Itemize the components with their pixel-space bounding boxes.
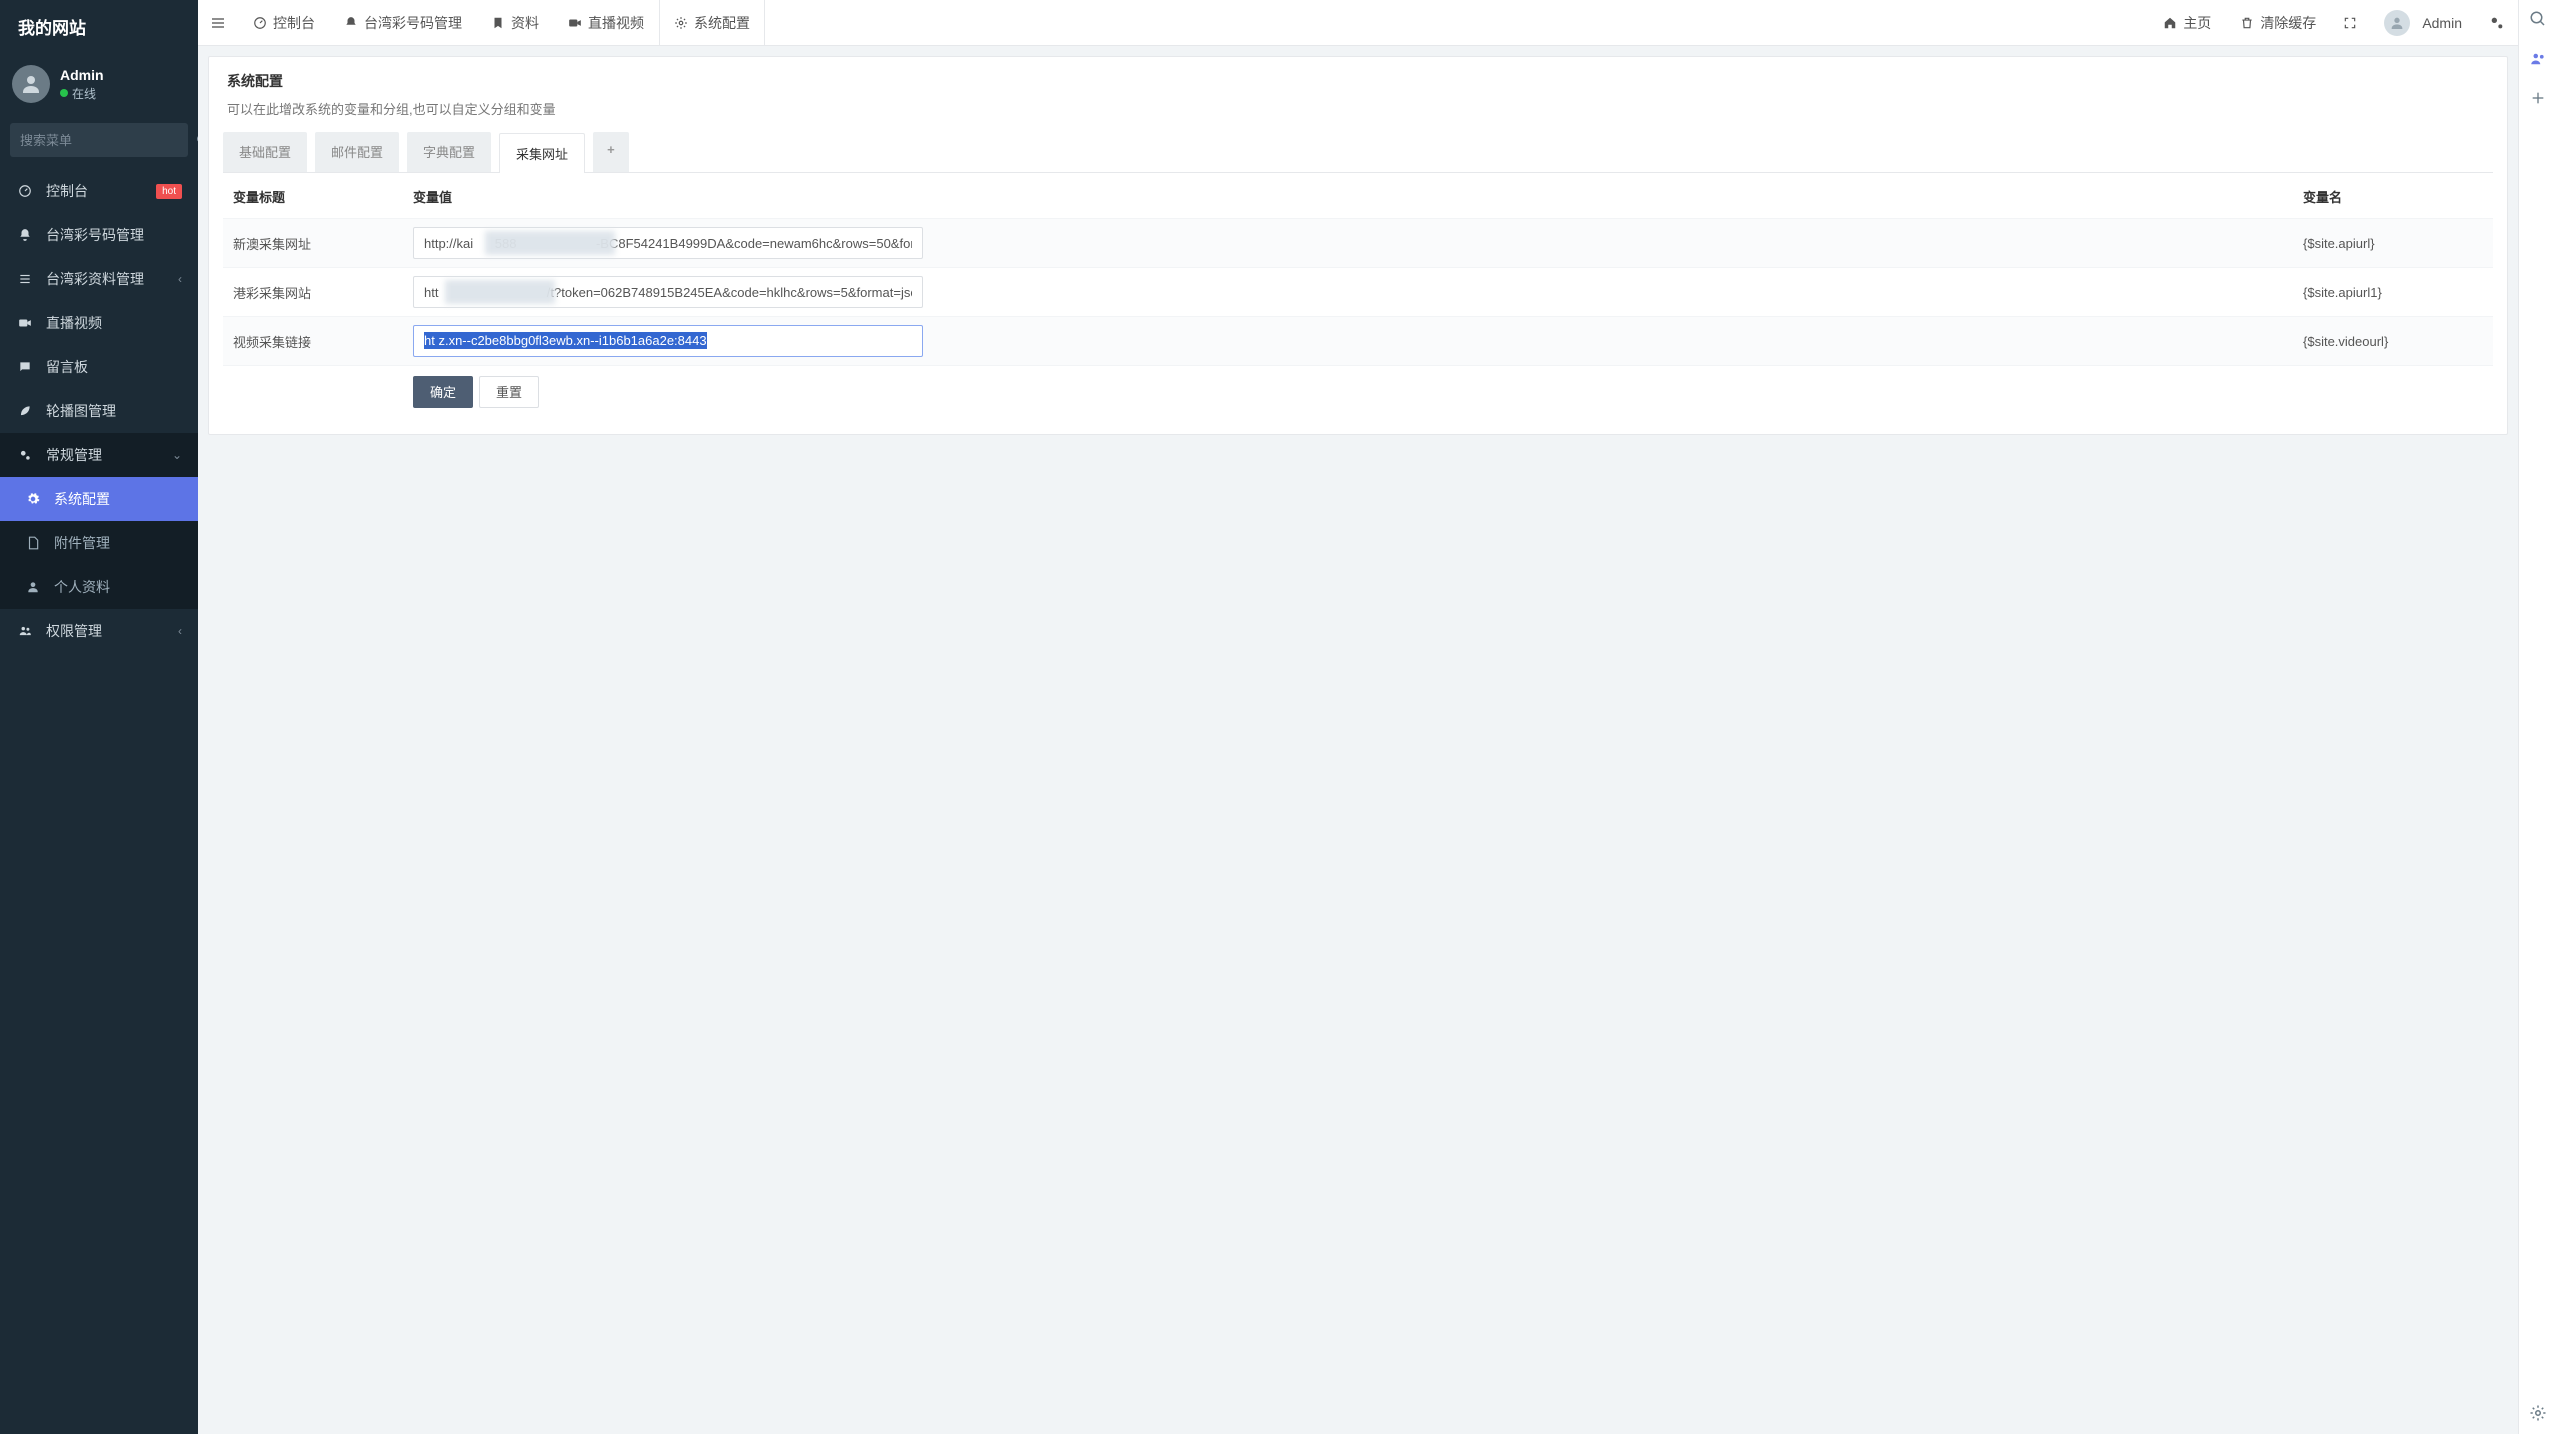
- video-icon: [16, 316, 34, 330]
- sidebar-item-permissions[interactable]: 权限管理 ‹: [0, 609, 198, 653]
- gear-icon: [24, 492, 42, 506]
- var-value-input[interactable]: ht z.xn--c2be8bbg0fl3ewb.xn--i1b6b1a6a2e…: [413, 325, 923, 357]
- tab-mail-config[interactable]: 邮件配置: [315, 132, 399, 172]
- user-status: 在线: [60, 85, 104, 102]
- reset-button[interactable]: 重置: [479, 376, 539, 408]
- var-title: 新澳采集网址: [223, 219, 403, 268]
- tab-collect-url[interactable]: 采集网址: [499, 133, 585, 173]
- settings-button[interactable]: [2477, 0, 2518, 45]
- var-title: 视频采集链接: [223, 317, 403, 366]
- search-icon[interactable]: [2529, 10, 2547, 28]
- panel-title: 系统配置: [227, 71, 2489, 91]
- sidebar-item-general[interactable]: 常规管理 ⌄: [0, 433, 198, 477]
- gear-icon[interactable]: [2529, 1404, 2547, 1422]
- plus-icon[interactable]: [2530, 90, 2546, 106]
- file-icon: [24, 536, 42, 550]
- var-value-input[interactable]: [413, 227, 923, 259]
- search-box[interactable]: [10, 123, 188, 157]
- bookmark-icon: [491, 16, 505, 30]
- trash-icon: [2240, 16, 2254, 30]
- var-name: {$site.apiurl}: [2293, 219, 2493, 268]
- chevron-left-icon: ‹: [178, 624, 182, 638]
- chevron-left-icon: ‹: [178, 272, 182, 286]
- users-icon[interactable]: [2529, 50, 2547, 68]
- right-rail: [2518, 0, 2556, 1434]
- tab-lottery-num[interactable]: 台湾彩号码管理: [330, 0, 477, 45]
- config-tabs: 基础配置 邮件配置 字典配置 采集网址 +: [209, 132, 2507, 172]
- panel-system-config: 系统配置 可以在此增改系统的变量和分组,也可以自定义分组和变量 基础配置 邮件配…: [208, 56, 2508, 435]
- var-value-input[interactable]: [413, 276, 923, 308]
- sidebar-item-lottery-num[interactable]: 台湾彩号码管理: [0, 213, 198, 257]
- fullscreen-button[interactable]: [2331, 0, 2370, 45]
- brand-title: 我的网站: [0, 0, 198, 53]
- bell-icon: [16, 228, 34, 242]
- plus-icon: +: [607, 142, 615, 157]
- th-var-title: 变量标题: [223, 173, 403, 219]
- table-row: 确定重置: [223, 366, 2493, 417]
- var-value-cell: [403, 219, 2293, 268]
- cogs-icon: [2489, 15, 2505, 31]
- table-row: 新澳采集网址 {$site.apiurl}: [223, 219, 2493, 268]
- sidebar-item-message-board[interactable]: 留言板: [0, 345, 198, 389]
- status-dot-icon: [60, 89, 68, 97]
- dashboard-icon: [16, 184, 34, 198]
- tab-add[interactable]: +: [593, 132, 629, 172]
- chevron-down-icon: ⌄: [172, 448, 182, 462]
- user-icon: [24, 580, 42, 594]
- clear-cache-button[interactable]: 清除缓存: [2226, 0, 2331, 45]
- avatar[interactable]: [12, 65, 50, 103]
- tab-data[interactable]: 资料: [477, 0, 554, 45]
- home-icon: [2163, 16, 2177, 30]
- avatar-icon: [2384, 10, 2410, 36]
- th-var-name: 变量名: [2293, 173, 2493, 219]
- user-menu[interactable]: Admin: [2370, 0, 2477, 45]
- user-name: Admin: [60, 67, 104, 83]
- toggle-sidebar-button[interactable]: [198, 0, 239, 45]
- dashboard-icon: [253, 16, 267, 30]
- video-icon: [568, 16, 582, 30]
- var-value-cell: ht z.xn--c2be8bbg0fl3ewb.xn--i1b6b1a6a2e…: [403, 317, 2293, 366]
- gear-icon: [674, 16, 688, 30]
- sidebar-item-lottery-data[interactable]: 台湾彩资料管理 ‹: [0, 257, 198, 301]
- table-row: 视频采集链接 ht z.xn--c2be8bbg0fl3ewb.xn--i1b6b…: [223, 317, 2493, 366]
- cogs-icon: [16, 448, 34, 462]
- sidebar-item-carousel[interactable]: 轮播图管理: [0, 389, 198, 433]
- sidebar-item-live-video[interactable]: 直播视频: [0, 301, 198, 345]
- sidebar-item-console[interactable]: 控制台 hot: [0, 169, 198, 213]
- th-var-value: 变量值: [403, 173, 2293, 219]
- panel-subtitle: 可以在此增改系统的变量和分组,也可以自定义分组和变量: [209, 99, 2507, 132]
- tab-live-video[interactable]: 直播视频: [554, 0, 659, 45]
- tab-dict-config[interactable]: 字典配置: [407, 132, 491, 172]
- tab-basic-config[interactable]: 基础配置: [223, 132, 307, 172]
- search-input[interactable]: [20, 133, 196, 148]
- var-name: {$site.apiurl1}: [2293, 268, 2493, 317]
- ok-button[interactable]: 确定: [413, 376, 473, 408]
- user-block: Admin 在线: [0, 53, 198, 115]
- var-name: {$site.videourl}: [2293, 317, 2493, 366]
- sidebar-item-attachment[interactable]: 附件管理: [0, 521, 198, 565]
- list-icon: [16, 272, 34, 286]
- menu-icon: [210, 15, 226, 31]
- sidebar-item-profile[interactable]: 个人资料: [0, 565, 198, 609]
- expand-icon: [2343, 16, 2357, 30]
- bell-icon: [344, 16, 358, 30]
- table-row: 港彩采集网站 {$site.apiurl1}: [223, 268, 2493, 317]
- leaf-icon: [16, 404, 34, 418]
- sidebar-item-system-config[interactable]: 系统配置: [0, 477, 198, 521]
- users-icon: [16, 624, 34, 638]
- variables-table: 变量标题 变量值 变量名 新澳采集网址 {$site.apiurl} 港彩采集网站 {…: [223, 172, 2493, 416]
- topbar: 控制台 台湾彩号码管理 资料 直播视频 系统配置 主页: [198, 0, 2518, 46]
- hot-badge: hot: [156, 184, 182, 199]
- sidebar-nav: 控制台 hot 台湾彩号码管理 台湾彩资料管理 ‹ 直播视频 留言板: [0, 169, 198, 1434]
- var-value-cell: [403, 268, 2293, 317]
- tab-system-config[interactable]: 系统配置: [659, 0, 765, 45]
- comment-icon: [16, 360, 34, 374]
- sidebar: 我的网站 Admin 在线: [0, 0, 198, 1434]
- var-title: 港彩采集网站: [223, 268, 403, 317]
- tab-console[interactable]: 控制台: [239, 0, 330, 45]
- home-link[interactable]: 主页: [2149, 0, 2226, 45]
